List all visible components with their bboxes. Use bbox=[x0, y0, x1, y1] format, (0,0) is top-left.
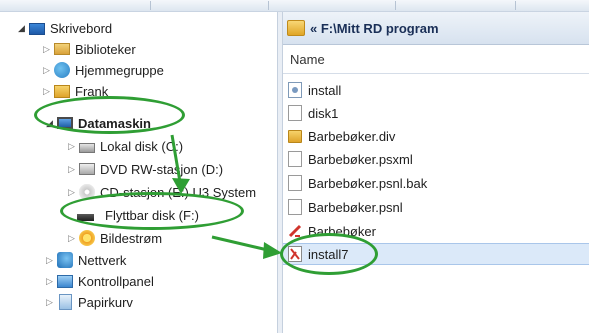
file-item-barbeboker-psnl-bak[interactable]: Barbebøker.psnl.bak bbox=[283, 172, 589, 194]
file-item-barbeboker-psxml[interactable]: Barbebøker.psxml bbox=[283, 148, 589, 170]
expand-arrow-icon[interactable]: ▷ bbox=[41, 44, 52, 55]
column-header-name[interactable]: Name bbox=[283, 45, 589, 74]
tree-item-network[interactable]: ▷ Nettverk bbox=[44, 250, 126, 270]
expand-arrow-icon[interactable]: ▷ bbox=[66, 187, 77, 198]
tree-item-label: Kontrollpanel bbox=[78, 273, 154, 289]
file-item-barbeboker[interactable]: Barbebøker bbox=[283, 220, 589, 242]
document-icon bbox=[288, 175, 302, 191]
tree-item-label: Lokal disk (C:) bbox=[100, 138, 184, 154]
libraries-icon bbox=[54, 43, 70, 55]
setup-config-icon bbox=[288, 82, 302, 98]
file-name: disk1 bbox=[308, 105, 339, 121]
tree-item-label: Frank bbox=[75, 83, 109, 99]
file-item-install7[interactable]: install7 bbox=[283, 243, 589, 265]
navigation-pane: ◢ Skrivebord ▷ Biblioteker ▷ Hjemmegrupp… bbox=[0, 12, 277, 333]
file-list-pane: « F:\Mitt RD program Name install disk1 … bbox=[283, 12, 589, 333]
breadcrumb[interactable]: « F:\Mitt RD program bbox=[283, 12, 589, 45]
computer-icon bbox=[57, 117, 73, 129]
file-name: Barbebøker.psnl.bak bbox=[308, 175, 428, 191]
expand-arrow-icon[interactable]: ▷ bbox=[41, 86, 52, 97]
file-item-barbeboker-div[interactable]: Barbebøker.div bbox=[283, 125, 589, 147]
expand-arrow-icon[interactable]: ▷ bbox=[66, 141, 77, 152]
tree-item-local-disk[interactable]: ▷ Lokal disk (C:) bbox=[66, 136, 183, 156]
homegroup-icon bbox=[54, 62, 70, 78]
recycle-bin-icon bbox=[59, 294, 72, 310]
expand-arrow-icon[interactable]: ▷ bbox=[66, 233, 77, 244]
file-name: Barbebøker.psnl bbox=[308, 199, 403, 215]
tree-item-label: Bildestrøm bbox=[100, 230, 163, 246]
file-name: install bbox=[308, 82, 342, 98]
network-icon bbox=[57, 252, 73, 268]
tree-item-label: CD-stasjon (E:) U3 System bbox=[100, 184, 257, 200]
file-item-barbeboker-psnl[interactable]: Barbebøker.psnl bbox=[283, 196, 589, 218]
document-icon bbox=[288, 105, 302, 121]
user-folder-icon bbox=[54, 84, 70, 98]
tree-item-recycle-bin[interactable]: ▷ Papirkurv bbox=[44, 292, 133, 312]
toolbar-strip bbox=[0, 0, 589, 12]
tree-item-label: Skrivebord bbox=[50, 20, 113, 36]
column-header-label: Name bbox=[290, 51, 325, 67]
dvd-drive-icon bbox=[79, 163, 95, 175]
app-shortcut-icon bbox=[288, 223, 302, 239]
tree-item-label: Nettverk bbox=[78, 252, 127, 268]
tree-item-computer[interactable]: ◢ Datamaskin bbox=[44, 113, 151, 133]
tree-item-homegroup[interactable]: ▷ Hjemmegruppe bbox=[41, 60, 164, 80]
photo-stream-icon bbox=[79, 230, 95, 246]
expand-arrow-icon[interactable]: ▷ bbox=[41, 65, 52, 76]
tree-item-label: DVD RW-stasjon (D:) bbox=[100, 161, 224, 177]
tree-item-label: Papirkurv bbox=[78, 294, 133, 310]
document-icon bbox=[288, 199, 302, 215]
installer-icon bbox=[288, 246, 302, 262]
file-item-disk1[interactable]: disk1 bbox=[283, 102, 589, 124]
tree-item-cd-drive[interactable]: ▷ CD-stasjon (E:) U3 System bbox=[66, 182, 256, 202]
tree-item-removable-disk[interactable]: Flyttbar disk (F:) bbox=[77, 205, 199, 225]
expand-arrow-icon[interactable]: ▷ bbox=[66, 164, 77, 175]
tree-item-frank[interactable]: ▷ Frank bbox=[41, 81, 108, 101]
hard-drive-icon bbox=[79, 143, 95, 153]
collapse-arrow-icon[interactable]: ◢ bbox=[16, 23, 27, 34]
file-name: Barbebøker.div bbox=[308, 128, 396, 144]
tree-item-desktop[interactable]: ◢ Skrivebord bbox=[16, 18, 112, 38]
expand-arrow-icon[interactable]: ▷ bbox=[44, 276, 55, 287]
control-panel-icon bbox=[57, 274, 73, 288]
file-name: Barbebøker.psxml bbox=[308, 151, 413, 167]
cd-drive-icon bbox=[79, 184, 95, 200]
tree-item-label: Biblioteker bbox=[75, 41, 136, 57]
folder-icon bbox=[287, 20, 305, 36]
expand-arrow-icon[interactable]: ▷ bbox=[44, 255, 55, 266]
file-item-install[interactable]: install bbox=[283, 79, 589, 101]
tree-item-label: Hjemmegruppe bbox=[75, 62, 164, 78]
file-name: Barbebøker bbox=[308, 223, 376, 239]
folder-icon bbox=[288, 129, 302, 143]
tree-item-libraries[interactable]: ▷ Biblioteker bbox=[41, 39, 136, 59]
tree-item-control-panel[interactable]: ▷ Kontrollpanel bbox=[44, 271, 154, 291]
tree-item-label: Flyttbar disk (F:) bbox=[105, 207, 199, 223]
desktop-icon bbox=[29, 22, 45, 35]
file-name: install7 bbox=[308, 246, 349, 262]
document-icon bbox=[288, 151, 302, 167]
tree-item-label: Datamaskin bbox=[78, 115, 151, 131]
collapse-arrow-icon[interactable]: ◢ bbox=[44, 118, 55, 129]
expand-arrow-icon[interactable]: ▷ bbox=[44, 297, 55, 308]
removable-disk-icon bbox=[77, 214, 94, 221]
tree-item-dvd-drive[interactable]: ▷ DVD RW-stasjon (D:) bbox=[66, 159, 223, 179]
tree-item-photo-stream[interactable]: ▷ Bildestrøm bbox=[66, 228, 162, 248]
breadcrumb-path[interactable]: « F:\Mitt RD program bbox=[310, 21, 439, 36]
